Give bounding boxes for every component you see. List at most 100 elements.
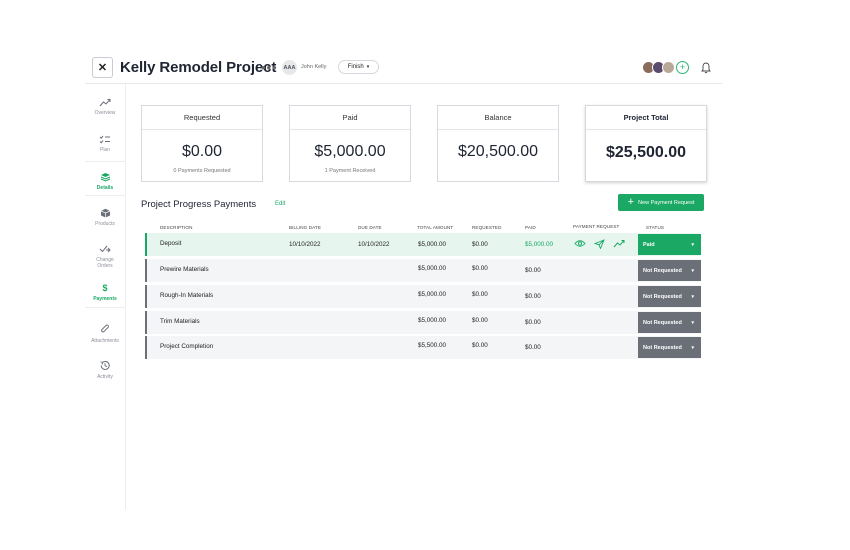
column-header-requested: REQUESTED [472,225,502,230]
add-member-button[interactable]: + [676,61,689,74]
chevron-down-icon: ▾ [366,64,370,70]
row-total-amount: $5,000.00 [418,241,447,248]
paid-card: Paid $5,000.00 1 Payment Received [289,105,411,182]
requested-card: Requested $0.00 0 Payments Requested [141,105,263,182]
project-total-card: Project Total $25,500.00 [585,105,707,182]
button-label: New Payment Request [638,199,695,206]
row-description: Trim Materials [160,318,200,325]
column-header-total-amount: TOTAL AMOUNT [417,225,454,230]
trend-icon [99,99,111,107]
card-subtitle: 0 Payments Requested [173,168,231,174]
more-options-icon[interactable]: ••• [261,60,278,75]
owner-avatar: AAA [282,60,297,75]
chevron-down-icon: ▾ [691,293,694,300]
sidebar-item-label: Attachments [91,338,119,344]
team-avatars: + [642,61,689,74]
table-row[interactable]: Project Completion $5,500.00 $0.00 $0.00… [145,336,701,359]
sidebar-item-label: Activity [97,374,113,380]
close-button[interactable]: ✕ [92,57,113,78]
dollar-icon: $ [102,283,108,293]
status-dropdown[interactable]: Not Requested ▾ [638,260,701,281]
sidebar-item-details[interactable]: Details [85,172,125,191]
sidebar-item-change-orders[interactable]: Change Orders [85,244,125,269]
row-requested: $0.00 [472,265,488,272]
chevron-down-icon: ▾ [691,319,694,326]
table-row[interactable]: Deposit 10/10/2022 10/10/2022 $5,000.00 … [145,233,701,256]
close-icon: ✕ [97,62,108,74]
row-description: Deposit [160,240,182,247]
sidebar-item-attachments[interactable]: Attachments [85,324,125,344]
row-paid: $5,000.00 [525,241,554,248]
new-payment-request-button[interactable]: + New Payment Request [618,194,704,211]
card-title: Project Total [586,106,706,130]
row-requested: $0.00 [472,291,488,298]
change-orders-icon [99,245,111,253]
section-title: Project Progress Payments [141,199,257,210]
avatar[interactable] [662,61,675,74]
eye-icon[interactable] [574,239,586,248]
column-header-status: STATUS [646,225,665,230]
status-dropdown[interactable]: Paid ▾ [638,234,701,255]
row-requested: $0.00 [472,241,488,248]
sidebar-item-payments[interactable]: $ Payments [85,283,125,302]
divider [85,161,125,162]
sidebar-item-label: Products [95,221,115,227]
sidebar-item-label: Payments [93,296,117,302]
sidebar-item-products[interactable]: Products [85,208,125,227]
table-row[interactable]: Trim Materials $5,000.00 $0.00 $0.00 Not… [145,311,701,334]
chevron-down-icon: ▾ [691,267,694,274]
row-description: Prewire Materials [160,266,209,273]
status-dropdown[interactable]: Not Requested ▾ [638,312,701,333]
column-header-description: DESCRIPTION [160,225,193,230]
top-bar: ✕ Kelly Remodel Project ••• AAA John Kel… [85,55,722,84]
trend-icon[interactable] [613,239,625,248]
column-header-paid: PAID [525,225,536,230]
divider [85,307,125,308]
status-badge: Not Requested [643,293,682,300]
row-paid: $0.00 [525,319,541,326]
table-row[interactable]: Prewire Materials $5,000.00 $0.00 $0.00 … [145,259,701,282]
row-requested: $0.00 [472,342,488,349]
history-icon [100,360,110,370]
app-window: ✕ Kelly Remodel Project ••• AAA John Kel… [85,55,722,510]
status-dropdown[interactable]: Not Requested ▾ [638,286,701,307]
sidebar-item-label: Details [96,185,114,191]
paperclip-icon [101,324,109,333]
status-badge: Not Requested [643,319,682,326]
row-description: Project Completion [160,343,214,350]
table-row[interactable]: Rough-In Materials $5,000.00 $0.00 $0.00… [145,285,701,308]
column-header-payment-request: PAYMENT REQUEST [573,224,620,229]
row-paid: $0.00 [525,267,541,274]
row-description: Rough-In Materials [160,292,214,299]
sidebar: Overview Plan Details Products Change Or… [85,84,126,510]
row-requested: $0.00 [472,317,488,324]
balance-card: Balance $20,500.00 [437,105,559,182]
send-icon[interactable] [594,239,605,249]
page-title: Kelly Remodel Project [120,59,277,76]
sidebar-item-label: Change Orders [96,257,114,269]
card-value: $25,500.00 [605,144,687,161]
sidebar-item-label: Overview [94,110,116,116]
chevron-down-icon: ▾ [691,241,694,248]
card-value: $20,500.00 [457,143,539,160]
status-dropdown[interactable]: Not Requested ▾ [638,337,701,358]
sidebar-item-overview[interactable]: Overview [85,98,125,116]
finish-label: Finish [347,64,364,70]
card-subtitle: 1 Payment Received [324,168,376,174]
edit-link[interactable]: Edit [275,201,285,207]
row-total-amount: $5,500.00 [418,342,447,349]
payment-request-actions [574,239,625,249]
box-icon [100,208,110,218]
chevron-down-icon: ▾ [691,344,694,351]
row-billing-date: 10/10/2022 [289,241,321,248]
sidebar-item-activity[interactable]: Activity [85,360,125,380]
bell-icon[interactable] [701,62,711,74]
layers-icon [100,173,110,182]
owner-name: John Kelly [301,64,327,70]
finish-dropdown[interactable]: Finish ▾ [338,60,379,74]
row-paid: $0.00 [525,344,541,351]
card-title: Balance [438,106,558,130]
status-badge: Paid [643,241,655,248]
sidebar-item-plan[interactable]: Plan [85,135,125,153]
row-due-date: 10/10/2022 [358,241,390,248]
